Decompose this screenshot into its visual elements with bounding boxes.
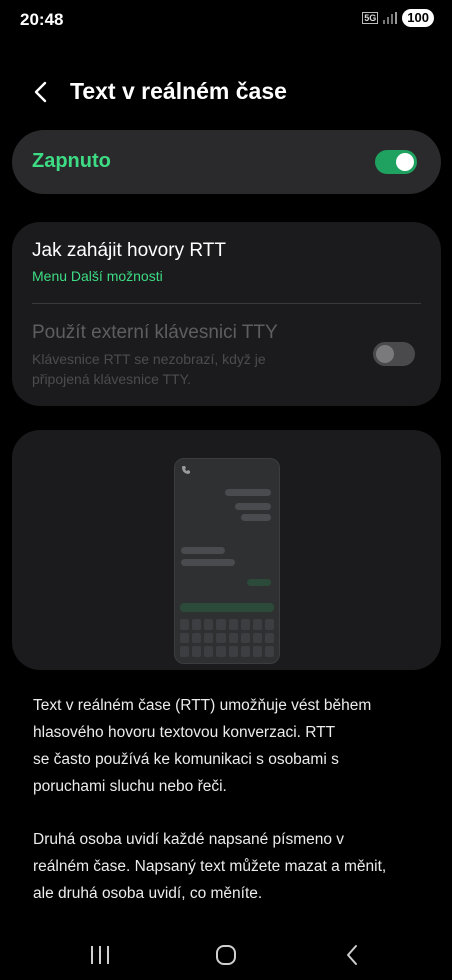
- recents-icon: [91, 946, 109, 964]
- back-arrow-icon: [34, 81, 47, 103]
- chat-bubble: [181, 547, 225, 554]
- phone-illustration: [174, 458, 280, 664]
- network-5g-icon: 5G: [362, 12, 379, 24]
- signal-icon: [383, 12, 398, 24]
- rtt-calls-item[interactable]: Jak zahájit hovory RTT Menu Další možnos…: [12, 222, 441, 302]
- description-line: Druhá osoba uvidí každé napsané písmeno …: [33, 831, 345, 848]
- status-time: 20:48: [20, 10, 64, 29]
- page-title: Text v reálném čase: [70, 78, 287, 104]
- chat-bubble: [225, 489, 271, 496]
- system-nav-bar: [0, 930, 452, 980]
- description-line: hlasového hovoru textovou konverzaci. RT…: [33, 724, 336, 741]
- rtt-calls-subtitle: Menu Další možnosti: [32, 268, 163, 284]
- back-button[interactable]: [28, 78, 56, 106]
- status-bar: 20:48 5G 100: [0, 0, 452, 40]
- description-line: reálném čase. Napsaný text můžete mazat …: [33, 858, 387, 875]
- rtt-illustration-card: [12, 430, 441, 670]
- description-line: Text v reálném čase (RTT) umožňuje vést …: [33, 697, 372, 714]
- home-icon: [216, 945, 236, 965]
- description-line: se často používá ke komunikaci s osobami…: [33, 751, 339, 768]
- home-button[interactable]: [211, 940, 241, 970]
- battery-badge: 100: [402, 9, 434, 27]
- description-line: ale druhá osoba uvidí, co měníte.: [33, 885, 263, 902]
- toggle-knob: [376, 345, 394, 363]
- message-input-bar: [180, 603, 274, 612]
- app-header: Text v reálném čase: [0, 70, 452, 114]
- description-paragraph-1: Text v reálném čase (RTT) umožňuje vést …: [33, 692, 413, 800]
- chat-bubble: [181, 559, 235, 566]
- settings-card: Jak zahájit hovory RTT Menu Další možnos…: [12, 222, 441, 406]
- master-toggle[interactable]: [375, 150, 417, 174]
- master-switch-label: Zapnuto: [32, 150, 111, 172]
- back-icon: [347, 945, 357, 965]
- chat-bubble-typing: [247, 579, 271, 586]
- rtt-calls-title: Jak zahájit hovory RTT: [32, 240, 226, 261]
- phone-icon: [182, 466, 190, 474]
- recents-button[interactable]: [85, 940, 115, 970]
- keyboard-illustration: [180, 619, 274, 657]
- description-line: poruchami sluchu nebo řeči.: [33, 778, 227, 795]
- chat-bubble: [241, 514, 271, 521]
- chat-bubble: [235, 503, 271, 510]
- tty-keyboard-toggle: [373, 342, 415, 366]
- toggle-knob: [396, 153, 414, 171]
- master-switch-card[interactable]: Zapnuto: [12, 130, 441, 194]
- description-paragraph-2: Druhá osoba uvidí každé napsané písmeno …: [33, 826, 413, 907]
- tty-keyboard-title: Použít externí klávesnici TTY: [32, 322, 278, 343]
- nav-back-button[interactable]: [338, 940, 368, 970]
- tty-keyboard-subtitle: Klávesnice RTT se nezobrazí, když je při…: [32, 351, 266, 387]
- status-icons: 5G 100: [362, 9, 434, 27]
